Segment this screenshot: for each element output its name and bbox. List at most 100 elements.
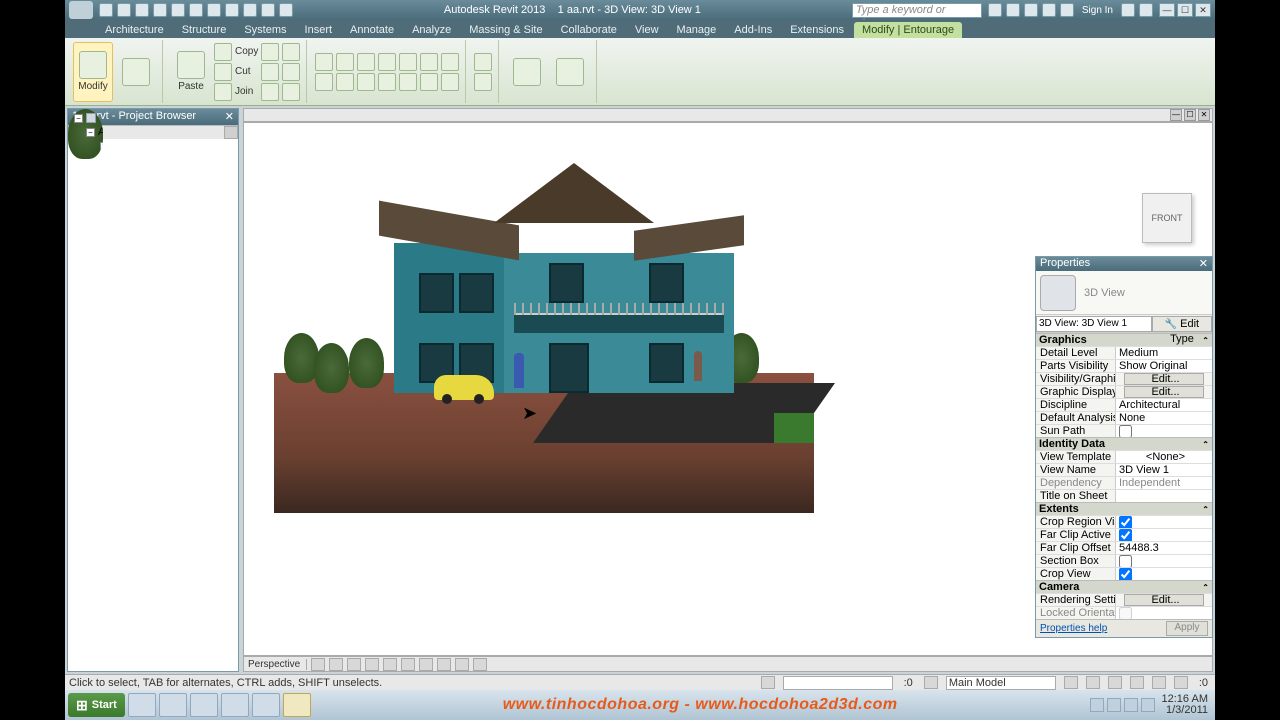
drag-elements-icon[interactable] [1152, 676, 1166, 689]
array-icon[interactable] [399, 53, 417, 71]
tab-extensions[interactable]: Extensions [782, 22, 852, 38]
visual-style-icon[interactable] [311, 658, 325, 671]
tab-massing-site[interactable]: Massing & Site [461, 22, 550, 38]
delete-icon[interactable] [420, 73, 438, 91]
select-underlay-icon[interactable] [1086, 676, 1100, 689]
prop-value[interactable]: 54488.3 [1116, 542, 1212, 554]
lock-3d-icon[interactable] [419, 658, 433, 671]
edit-type-button[interactable]: 🔧 Edit Type [1152, 316, 1212, 332]
exchange-icon[interactable] [1024, 3, 1038, 17]
type-name[interactable]: 3D View [1084, 287, 1125, 299]
minimize-button[interactable]: — [1159, 3, 1175, 17]
sign-in-link[interactable]: Sign In [1082, 5, 1113, 16]
subscription-icon[interactable] [1006, 3, 1020, 17]
split-icon[interactable] [378, 73, 396, 91]
qat-align-icon[interactable] [207, 3, 221, 17]
qat-open-icon[interactable] [99, 3, 113, 17]
qat-save-icon[interactable] [117, 3, 131, 17]
crop-visible-checkbox[interactable] [1119, 516, 1132, 528]
view-maximize-icon[interactable]: ☐ [1184, 109, 1196, 121]
design-options-icon[interactable] [924, 676, 938, 689]
prop-value[interactable]: Show Original [1116, 360, 1212, 372]
tray-icon[interactable] [1124, 698, 1138, 712]
prop-value[interactable]: 3D View 1 [1116, 464, 1212, 476]
demolish-icon[interactable] [261, 83, 279, 101]
select-links-icon[interactable] [1064, 676, 1078, 689]
close-button[interactable]: ✕ [1195, 3, 1211, 17]
tab-collaborate[interactable]: Collaborate [553, 22, 625, 38]
user-icon[interactable] [1060, 3, 1074, 17]
cope-icon[interactable] [214, 43, 232, 61]
sun-path-checkbox[interactable] [1119, 425, 1132, 437]
prop-value[interactable]: Architectural [1116, 399, 1212, 411]
analytical-icon[interactable] [473, 658, 487, 671]
join-icon[interactable] [214, 83, 232, 101]
pin-icon[interactable] [420, 53, 438, 71]
prop-value[interactable] [1116, 490, 1212, 502]
view-mode-label[interactable]: Perspective [248, 659, 307, 670]
viewcube[interactable]: FRONT [1142, 193, 1192, 243]
tab-architecture[interactable]: Architecture [97, 22, 172, 38]
measure-icon[interactable] [474, 53, 492, 71]
scale-icon[interactable] [399, 73, 417, 91]
unpin-icon[interactable] [441, 53, 459, 71]
modify-tool-button[interactable]: Modify [73, 42, 113, 102]
app-menu-button[interactable] [69, 1, 93, 19]
paste-button[interactable]: Paste [171, 42, 211, 102]
qat-close-hidden-icon[interactable] [261, 3, 275, 17]
tab-manage[interactable]: Manage [669, 22, 725, 38]
tab-addins[interactable]: Add-Ins [726, 22, 780, 38]
properties-button[interactable] [116, 42, 156, 102]
crop-icon[interactable] [383, 658, 397, 671]
offset-icon[interactable] [336, 73, 354, 91]
active-workset-dropdown[interactable] [783, 676, 893, 690]
prop-value[interactable]: None [1116, 412, 1212, 424]
favorites-icon[interactable] [1042, 3, 1056, 17]
maximize-button[interactable]: ☐ [1177, 3, 1193, 17]
tab-view[interactable]: View [627, 22, 667, 38]
family-editor-button[interactable] [550, 42, 590, 102]
instance-selector[interactable]: 3D View: 3D View 1 [1036, 316, 1152, 332]
tab-structure[interactable]: Structure [174, 22, 235, 38]
apply-button[interactable]: Apply [1166, 621, 1208, 636]
cat-identity[interactable]: Identity Data [1039, 438, 1105, 450]
tool-c-icon[interactable] [282, 83, 300, 101]
sun-path-icon[interactable] [329, 658, 343, 671]
cat-graphics[interactable]: Graphics [1039, 334, 1087, 346]
tab-insert[interactable]: Insert [297, 22, 341, 38]
create-similar-button[interactable] [507, 42, 547, 102]
qat-sync-icon[interactable] [225, 3, 239, 17]
move-icon[interactable] [315, 53, 333, 71]
prop-value[interactable]: <None> [1116, 451, 1212, 463]
taskbar-app-4[interactable] [221, 693, 249, 717]
match-icon[interactable] [261, 43, 279, 61]
shadows-icon[interactable] [347, 658, 361, 671]
crop-visible-icon[interactable] [401, 658, 415, 671]
select-pinned-icon[interactable] [1108, 676, 1122, 689]
qat-measure-icon[interactable] [189, 3, 203, 17]
cut-icon[interactable] [214, 63, 232, 81]
trim-icon[interactable] [378, 53, 396, 71]
system-clock[interactable]: 12:16 AM 1/3/2011 [1158, 694, 1212, 716]
tab-annotate[interactable]: Annotate [342, 22, 402, 38]
edit-button[interactable]: Edit... [1124, 386, 1204, 398]
edit-button[interactable]: Edit... [1124, 373, 1204, 385]
tray-volume-icon[interactable] [1141, 698, 1155, 712]
cat-extents[interactable]: Extents [1039, 503, 1079, 515]
taskbar-app-3[interactable] [190, 693, 218, 717]
qat-thin-lines-icon[interactable] [243, 3, 257, 17]
crop-view-checkbox[interactable] [1119, 568, 1132, 580]
taskbar-app-1[interactable] [128, 693, 156, 717]
help-icon[interactable] [1139, 3, 1153, 17]
section-box-checkbox[interactable] [1119, 555, 1132, 567]
worksets-icon[interactable] [761, 676, 775, 689]
tray-icon[interactable] [1107, 698, 1121, 712]
view-close-icon[interactable]: ✕ [1198, 109, 1210, 121]
tray-icon[interactable] [1090, 698, 1104, 712]
edit-button[interactable]: Edit... [1124, 594, 1204, 606]
tab-systems[interactable]: Systems [236, 22, 294, 38]
qat-redo-icon[interactable] [153, 3, 167, 17]
scroll-right-icon[interactable] [224, 126, 238, 139]
mirror-axis-icon[interactable] [357, 53, 375, 71]
rendering-icon[interactable] [365, 658, 379, 671]
